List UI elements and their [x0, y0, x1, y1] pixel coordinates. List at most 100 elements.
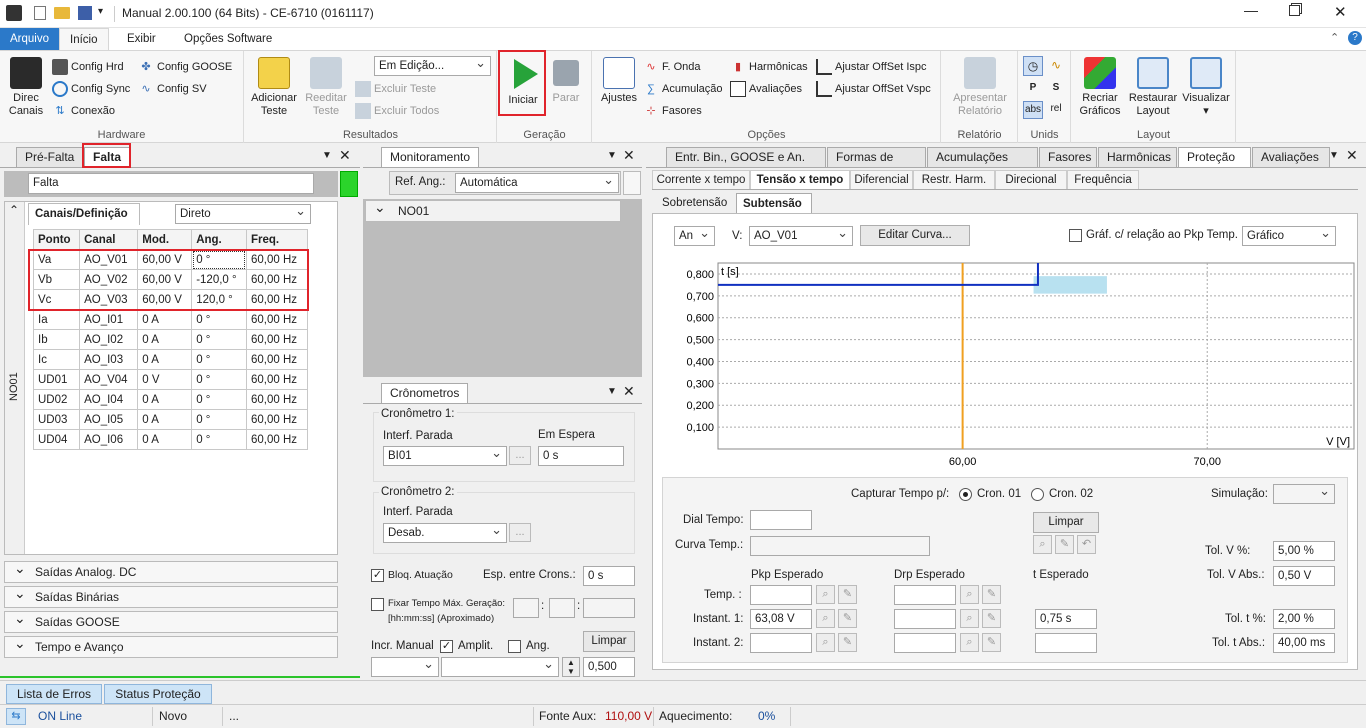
ang-checkbox[interactable] [508, 640, 521, 653]
cron01-radio[interactable] [959, 488, 972, 501]
inst2-pkp-zoom-icon[interactable]: ⌕ [816, 633, 835, 652]
iniciar-button[interactable]: Iniciar [504, 57, 542, 107]
inst1-t-input[interactable]: 0,75 s [1035, 609, 1097, 629]
crono-close-icon[interactable]: ✕ [623, 383, 635, 400]
tab-status-protecao[interactable]: Status Proteção [104, 684, 212, 704]
cell-ponto[interactable]: Ic [32, 349, 81, 370]
step-spinner[interactable]: ▲ ▼ [562, 657, 580, 677]
reeditar-teste-button[interactable]: Reeditar Teste [303, 57, 349, 118]
right-menu-icon[interactable]: ▼ [1329, 150, 1339, 161]
fixar-hh-input[interactable] [513, 598, 539, 618]
table-row[interactable]: UD01 AO_V04 0 V0 ° 60,00 Hz [32, 369, 309, 390]
apresentar-relatorio-button[interactable]: Apresentar Relatório [948, 57, 1012, 118]
config-sync-button[interactable]: Config Sync [52, 81, 130, 97]
tab-pre-falta[interactable]: Pré-Falta [16, 147, 84, 167]
inst2-drp-zoom-icon[interactable]: ⌕ [960, 633, 979, 652]
table-row[interactable]: UD04 AO_I06 0 A0 ° 60,00 Hz [32, 429, 309, 450]
cell-ang[interactable]: 0 ° [191, 429, 247, 450]
panel-close-icon[interactable]: ✕ [339, 147, 351, 164]
inst2-drp-input[interactable] [894, 633, 956, 653]
save-icon[interactable] [78, 6, 92, 20]
crono2-browse-button[interactable]: ... [509, 523, 531, 542]
subtab-1[interactable]: Tensão x tempo [750, 170, 850, 190]
v-channel-select[interactable]: AO_V01 [749, 226, 853, 246]
cell-mod[interactable]: 60,00 V [137, 249, 193, 270]
cell-freq[interactable]: 60,00 Hz [245, 429, 309, 450]
table-row[interactable]: Ia AO_I01 0 A0 ° 60,00 Hz [32, 309, 309, 330]
acumulacao-button[interactable]: ∑ Acumulação [643, 81, 722, 97]
cell-freq[interactable]: 60,00 Hz [245, 409, 309, 430]
cell-ang[interactable]: 0 ° [191, 389, 247, 410]
temp-drp-pen-icon[interactable]: ✎ [982, 585, 1001, 604]
tab-monitoramento[interactable]: Monitoramento [381, 147, 480, 167]
tolt-pct-input[interactable]: 2,00 % [1273, 609, 1335, 629]
crono-menu-icon[interactable]: ▼ [607, 386, 617, 397]
monitor-menu-icon[interactable]: ▼ [607, 150, 617, 161]
cell-ponto[interactable]: UD01 [32, 369, 81, 390]
tab-cronometros[interactable]: Crônometros [381, 383, 469, 403]
minimize-button[interactable]: — [1244, 2, 1258, 18]
adicionar-teste-button[interactable]: Adicionar Teste [249, 57, 299, 118]
cell-ang[interactable]: 0 ° [191, 349, 247, 370]
section-saidas-binarias[interactable]: Saídas Binárias [4, 583, 338, 608]
cell-ang[interactable]: 120,0 ° [191, 289, 247, 310]
config-sv-button[interactable]: ∿ Config SV [138, 81, 206, 97]
monitor-close-icon[interactable]: ✕ [623, 147, 635, 164]
visualizar-button[interactable]: Visualizar ▾ [1180, 57, 1232, 118]
config-hrd-button[interactable]: Config Hrd [52, 59, 124, 75]
f-onda-button[interactable]: ∿ F. Onda [643, 59, 700, 75]
cell-ponto[interactable]: UD02 [32, 389, 81, 410]
clock-icon[interactable]: ◷ [1023, 56, 1043, 76]
cell-freq[interactable]: 60,00 Hz [245, 329, 309, 350]
cell-ponto[interactable]: UD04 [32, 429, 81, 450]
cell-mod[interactable]: 0 A [137, 409, 193, 430]
section-tempo-avanco[interactable]: Tempo e Avanço [4, 633, 338, 658]
cron02-radio[interactable] [1031, 488, 1044, 501]
table-row[interactable]: Vc AO_V03 60,00 V 120,0 ° 60,00 Hz [32, 289, 309, 310]
inst1-drp-input[interactable] [894, 609, 956, 629]
tab-lista-erros[interactable]: Lista de Erros [6, 684, 102, 704]
tab-opcoes-software[interactable]: Opções Software [174, 28, 282, 50]
table-row[interactable]: Vb AO_V02 60,00 V -120,0 ° 60,00 Hz [32, 269, 309, 290]
inst1-drp-pen-icon[interactable]: ✎ [982, 609, 1001, 628]
inst2-t-input[interactable] [1035, 633, 1097, 653]
cell-freq[interactable]: 60,00 Hz [245, 269, 309, 290]
ajustes-button[interactable]: Ajustes [597, 57, 641, 105]
tension-time-chart[interactable]: 0,800 0,700 0,600 0,500 0,400 0,300 0,200 0,100… [666, 255, 1362, 467]
cell-canal[interactable]: AO_I04 [79, 389, 139, 410]
cell-mod[interactable]: 0 V [137, 369, 193, 390]
crono2-interf-select[interactable]: Desab. [383, 523, 507, 543]
fault-name-input[interactable]: Falta [28, 173, 314, 194]
table-row[interactable]: Ib AO_I02 0 A0 ° 60,00 Hz [32, 329, 309, 350]
incr-value-select[interactable] [441, 657, 559, 677]
close-window-button[interactable]: ✕ [1334, 3, 1347, 21]
cell-canal[interactable]: AO_V01 [79, 249, 139, 270]
cell-canal[interactable]: AO_V03 [79, 289, 139, 310]
cell-mod[interactable]: 60,00 V [137, 269, 193, 290]
cell-freq[interactable]: 60,00 Hz [245, 369, 309, 390]
amplit-checkbox[interactable]: ✓ [440, 640, 453, 653]
tab-right-0[interactable]: Entr. Bin., GOOSE e An. DC [666, 147, 826, 183]
cell-canal[interactable]: AO_I06 [79, 429, 139, 450]
crono1-browse-button[interactable]: ... [509, 446, 531, 465]
an-select[interactable]: An [674, 226, 715, 246]
harmonicas-button[interactable]: ▮ Harmônicas [730, 59, 808, 75]
subtab-5[interactable]: Frequência [1067, 170, 1139, 190]
abs-button[interactable]: abs [1023, 101, 1043, 119]
config-goose-button[interactable]: ✤ Config GOOSE [138, 59, 232, 75]
temp-drp-input[interactable] [894, 585, 956, 605]
inst1-pkp-pen-icon[interactable]: ✎ [838, 609, 857, 628]
restaurar-layout-button[interactable]: Restaurar Layout [1126, 57, 1180, 118]
rel-button[interactable]: rel [1046, 101, 1066, 119]
inst2-pkp-pen-icon[interactable]: ✎ [838, 633, 857, 652]
tab-sobretensao[interactable]: Sobretensão [656, 193, 736, 213]
cell-mod[interactable]: 60,00 V [137, 289, 193, 310]
fixar-checkbox[interactable] [371, 598, 384, 611]
offset-ispc-button[interactable]: Ajustar OffSet Ispc [816, 59, 927, 75]
tolt-abs-input[interactable]: 40,00 ms [1273, 633, 1335, 653]
cell-mod[interactable]: 0 A [137, 389, 193, 410]
primary-icon[interactable]: P [1023, 79, 1043, 99]
tab-right-2[interactable]: Acumulações [927, 147, 1038, 167]
tab-right-3[interactable]: Fasores [1039, 147, 1097, 167]
tab-falta[interactable]: Falta [84, 147, 131, 167]
